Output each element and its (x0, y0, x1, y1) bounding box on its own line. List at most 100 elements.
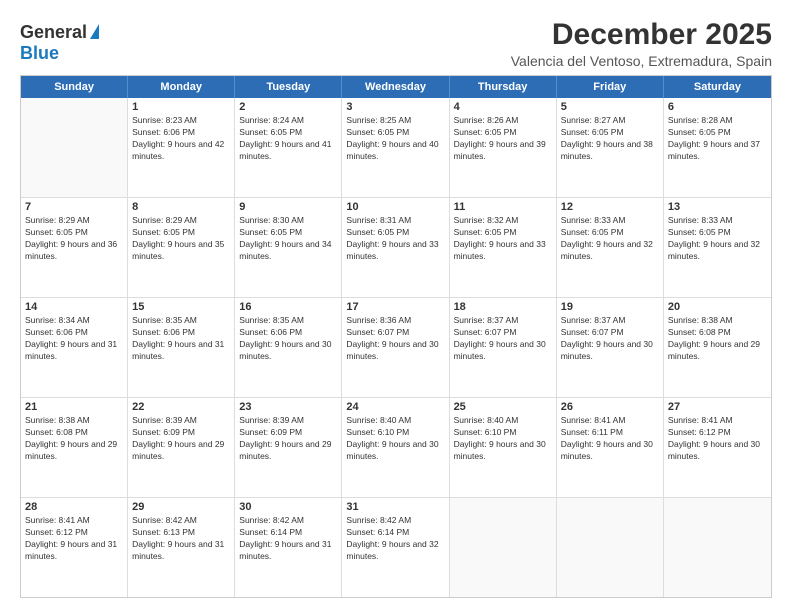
cell-info: Sunrise: 8:37 AM Sunset: 6:07 PM Dayligh… (561, 315, 659, 363)
calendar-cell: 14Sunrise: 8:34 AM Sunset: 6:06 PM Dayli… (21, 298, 128, 397)
page: General Blue December 2025 Valencia del … (0, 0, 792, 612)
logo-general: General (20, 22, 87, 43)
cell-info: Sunrise: 8:33 AM Sunset: 6:05 PM Dayligh… (668, 215, 767, 263)
calendar-cell: 20 Sunrise: 8:38 AM Sunset: 6:08 PM Dayli… (664, 298, 771, 397)
cell-date-number: 10 (346, 201, 444, 213)
cell-info: Sunrise: 8:34 AM Sunset: 6:06 PM Dayligh… (25, 315, 123, 363)
calendar-cell: 23 Sunrise: 8:39 AM Sunset: 6:09 PM Dayli… (235, 398, 342, 497)
cell-date-number: 15 (132, 301, 230, 313)
cell-info: Sunrise: 8:24 AM Sunset: 6:05 PM Dayligh… (239, 115, 337, 163)
cell-info: Sunrise: 8:36 AM Sunset: 6:07 PM Dayligh… (346, 315, 444, 363)
header-day: Wednesday (342, 76, 449, 98)
header-day: Sunday (21, 76, 128, 98)
cell-date-number: 17 (346, 301, 444, 313)
cell-date-number: 13 (668, 201, 767, 213)
calendar-row: 14Sunrise: 8:34 AM Sunset: 6:06 PM Dayli… (21, 298, 771, 398)
calendar-cell: 31 Sunrise: 8:42 AM Sunset: 6:14 PM Dayli… (342, 498, 449, 597)
cell-info: Sunrise: 8:27 AM Sunset: 6:05 PM Dayligh… (561, 115, 659, 163)
calendar-cell (450, 498, 557, 597)
cell-date-number: 21 (25, 401, 123, 413)
header-day: Saturday (664, 76, 771, 98)
calendar-cell: 25Sunrise: 8:40 AM Sunset: 6:10 PM Dayli… (450, 398, 557, 497)
cell-date-number: 26 (561, 401, 659, 413)
calendar-cell: 4 Sunrise: 8:26 AM Sunset: 6:05 PM Daylig… (450, 98, 557, 197)
cell-date-number: 18 (454, 301, 552, 313)
calendar-cell: 10Sunrise: 8:31 AM Sunset: 6:05 PM Dayli… (342, 198, 449, 297)
cell-date-number: 29 (132, 501, 230, 513)
calendar-cell: 6 Sunrise: 8:28 AM Sunset: 6:05 PM Daylig… (664, 98, 771, 197)
calendar-cell: 18 Sunrise: 8:37 AM Sunset: 6:07 PM Dayli… (450, 298, 557, 397)
cell-info: Sunrise: 8:42 AM Sunset: 6:14 PM Dayligh… (346, 515, 444, 563)
cell-info: Sunrise: 8:42 AM Sunset: 6:14 PM Dayligh… (239, 515, 337, 563)
cell-date-number: 16 (239, 301, 337, 313)
cell-info: Sunrise: 8:37 AM Sunset: 6:07 PM Dayligh… (454, 315, 552, 363)
cell-date-number: 4 (454, 101, 552, 113)
cell-info: Sunrise: 8:29 AM Sunset: 6:05 PM Dayligh… (25, 215, 123, 263)
cell-date-number: 6 (668, 101, 767, 113)
cell-date-number: 8 (132, 201, 230, 213)
header-day: Tuesday (235, 76, 342, 98)
cell-date-number: 12 (561, 201, 659, 213)
calendar-cell: 1 Sunrise: 8:23 AM Sunset: 6:06 PM Daylig… (128, 98, 235, 197)
calendar-cell: 24 Sunrise: 8:40 AM Sunset: 6:10 PM Dayli… (342, 398, 449, 497)
calendar-cell: 26 Sunrise: 8:41 AM Sunset: 6:11 PM Dayli… (557, 398, 664, 497)
calendar-header: SundayMondayTuesdayWednesdayThursdayFrid… (21, 76, 771, 98)
cell-date-number: 2 (239, 101, 337, 113)
calendar-cell: 5 Sunrise: 8:27 AM Sunset: 6:05 PM Daylig… (557, 98, 664, 197)
cell-info: Sunrise: 8:32 AM Sunset: 6:05 PM Dayligh… (454, 215, 552, 263)
cell-date-number: 7 (25, 201, 123, 213)
calendar-row: 1 Sunrise: 8:23 AM Sunset: 6:06 PM Daylig… (21, 98, 771, 198)
cell-date-number: 19 (561, 301, 659, 313)
cell-info: Sunrise: 8:39 AM Sunset: 6:09 PM Dayligh… (239, 415, 337, 463)
header-area: General Blue December 2025 Valencia del … (20, 18, 772, 69)
cell-info: Sunrise: 8:26 AM Sunset: 6:05 PM Dayligh… (454, 115, 552, 163)
calendar-cell: 7 Sunrise: 8:29 AM Sunset: 6:05 PM Daylig… (21, 198, 128, 297)
cell-info: Sunrise: 8:41 AM Sunset: 6:12 PM Dayligh… (668, 415, 767, 463)
calendar-cell: 22 Sunrise: 8:39 AM Sunset: 6:09 PM Dayli… (128, 398, 235, 497)
header-day: Thursday (450, 76, 557, 98)
cell-date-number: 27 (668, 401, 767, 413)
header-day: Monday (128, 76, 235, 98)
cell-info: Sunrise: 8:41 AM Sunset: 6:11 PM Dayligh… (561, 415, 659, 463)
cell-date-number: 9 (239, 201, 337, 213)
cell-date-number: 28 (25, 501, 123, 513)
calendar-cell: 29Sunrise: 8:42 AM Sunset: 6:13 PM Dayli… (128, 498, 235, 597)
cell-info: Sunrise: 8:35 AM Sunset: 6:06 PM Dayligh… (239, 315, 337, 363)
cell-date-number: 5 (561, 101, 659, 113)
header-day: Friday (557, 76, 664, 98)
cell-info: Sunrise: 8:40 AM Sunset: 6:10 PM Dayligh… (454, 415, 552, 463)
calendar-row: 28 Sunrise: 8:41 AM Sunset: 6:12 PM Dayli… (21, 498, 771, 597)
cell-info: Sunrise: 8:25 AM Sunset: 6:05 PM Dayligh… (346, 115, 444, 163)
calendar-cell: 9Sunrise: 8:30 AM Sunset: 6:05 PM Daylig… (235, 198, 342, 297)
calendar-cell: 11 Sunrise: 8:32 AM Sunset: 6:05 PM Dayli… (450, 198, 557, 297)
cell-info: Sunrise: 8:38 AM Sunset: 6:08 PM Dayligh… (668, 315, 767, 363)
cell-date-number: 20 (668, 301, 767, 313)
calendar-cell: 17 Sunrise: 8:36 AM Sunset: 6:07 PM Dayli… (342, 298, 449, 397)
cell-date-number: 24 (346, 401, 444, 413)
cell-date-number: 11 (454, 201, 552, 213)
calendar-cell (664, 498, 771, 597)
cell-date-number: 23 (239, 401, 337, 413)
calendar-cell: 15 Sunrise: 8:35 AM Sunset: 6:06 PM Dayli… (128, 298, 235, 397)
cell-date-number: 1 (132, 101, 230, 113)
calendar-cell: 21 Sunrise: 8:38 AM Sunset: 6:08 PM Dayli… (21, 398, 128, 497)
main-title: December 2025 (511, 18, 772, 51)
cell-info: Sunrise: 8:40 AM Sunset: 6:10 PM Dayligh… (346, 415, 444, 463)
cell-info: Sunrise: 8:23 AM Sunset: 6:06 PM Dayligh… (132, 115, 230, 163)
calendar-cell (557, 498, 664, 597)
calendar-cell: 12Sunrise: 8:33 AM Sunset: 6:05 PM Dayli… (557, 198, 664, 297)
calendar-cell: 2 Sunrise: 8:24 AM Sunset: 6:05 PM Daylig… (235, 98, 342, 197)
cell-info: Sunrise: 8:41 AM Sunset: 6:12 PM Dayligh… (25, 515, 123, 563)
cell-info: Sunrise: 8:28 AM Sunset: 6:05 PM Dayligh… (668, 115, 767, 163)
cell-info: Sunrise: 8:39 AM Sunset: 6:09 PM Dayligh… (132, 415, 230, 463)
title-area: December 2025 Valencia del Ventoso, Extr… (511, 18, 772, 69)
calendar-cell: 27 Sunrise: 8:41 AM Sunset: 6:12 PM Dayli… (664, 398, 771, 497)
cell-info: Sunrise: 8:29 AM Sunset: 6:05 PM Dayligh… (132, 215, 230, 263)
cell-info: Sunrise: 8:38 AM Sunset: 6:08 PM Dayligh… (25, 415, 123, 463)
calendar-row: 21 Sunrise: 8:38 AM Sunset: 6:08 PM Dayli… (21, 398, 771, 498)
cell-date-number: 31 (346, 501, 444, 513)
cell-info: Sunrise: 8:35 AM Sunset: 6:06 PM Dayligh… (132, 315, 230, 363)
cell-date-number: 22 (132, 401, 230, 413)
logo: General Blue (20, 22, 99, 64)
calendar-cell (21, 98, 128, 197)
